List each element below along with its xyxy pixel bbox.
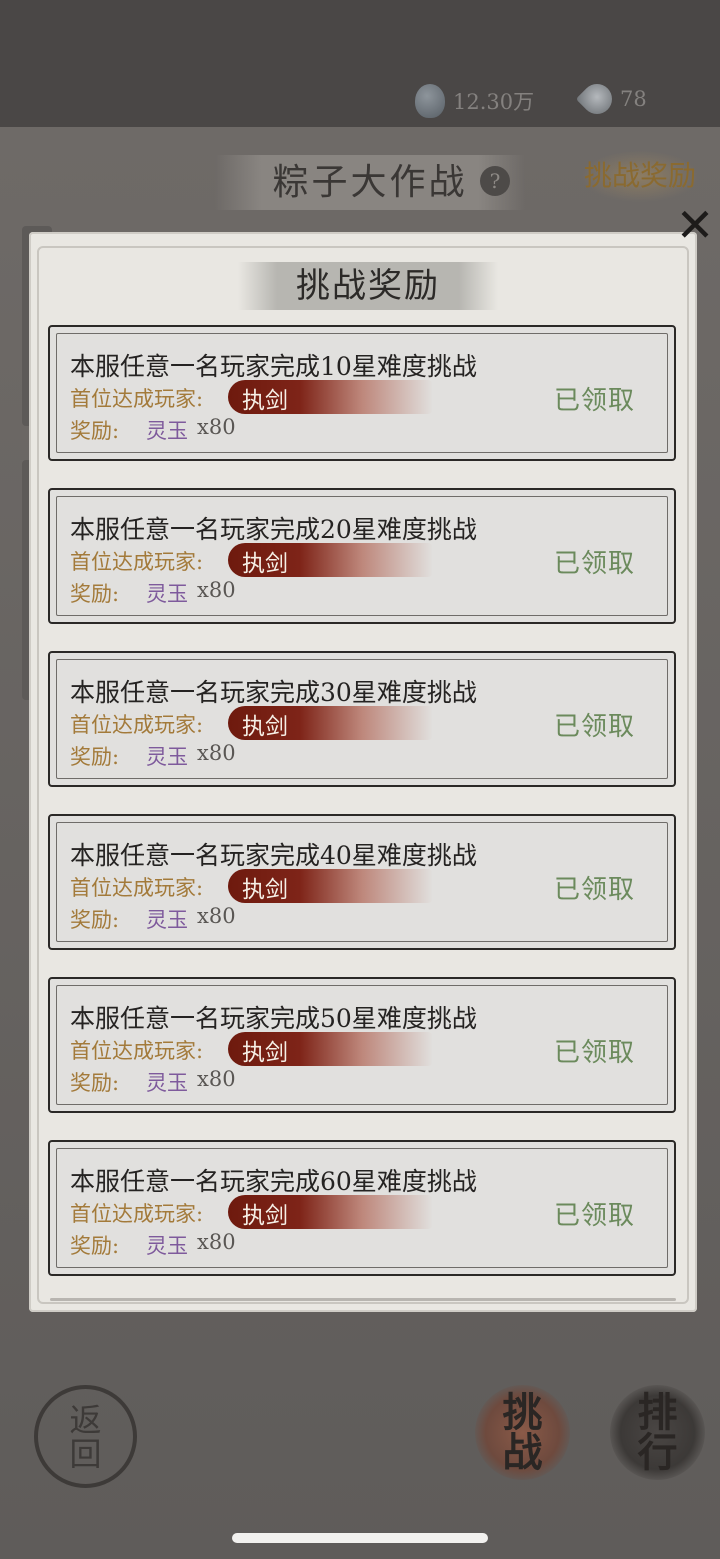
help-icon[interactable]: ? [480, 166, 510, 196]
first-player-label: 首位达成玩家: [70, 713, 204, 737]
reward-card: 本服任意一名玩家完成30星难度挑战 首位达成玩家: 执剑 奖励: 灵玉 x80 … [48, 651, 676, 787]
first-player-name: 执剑 [242, 1203, 288, 1229]
task-description: 本服任意一名玩家完成60星难度挑战 [70, 1167, 477, 1196]
reward-card: 本服任意一名玩家完成20星难度挑战 首位达成玩家: 执剑 奖励: 灵玉 x80 … [48, 488, 676, 624]
home-indicator[interactable] [232, 1533, 488, 1543]
first-player-name: 执剑 [242, 1040, 288, 1066]
challenge-button-label-bottom: 战 [502, 1428, 543, 1476]
claimed-status: 已领取 [554, 875, 636, 905]
reward-quantity: x80 [197, 415, 236, 439]
challenge-reward-button[interactable]: 挑战奖励 [580, 150, 700, 202]
claimed-status: 已领取 [554, 712, 636, 742]
reward-quantity: x80 [197, 1230, 236, 1254]
spirit-stone-icon [415, 84, 445, 118]
claimed-status: 已领取 [554, 1038, 636, 1068]
reward-label: 奖励: [70, 1234, 120, 1258]
first-player-label: 首位达成玩家: [70, 876, 204, 900]
reward-item-name: 灵玉 [146, 419, 188, 443]
reward-quantity: x80 [197, 1067, 236, 1091]
claimed-status: 已领取 [554, 549, 636, 579]
task-description: 本服任意一名玩家完成30星难度挑战 [70, 678, 477, 707]
task-description: 本服任意一名玩家完成50星难度挑战 [70, 1004, 477, 1033]
reward-item-name: 灵玉 [146, 1071, 188, 1095]
first-player-label: 首位达成玩家: [70, 387, 204, 411]
reward-label: 奖励: [70, 1071, 120, 1095]
first-player-name: 执剑 [242, 877, 288, 903]
challenge-button[interactable]: 挑 战 [475, 1385, 570, 1480]
reward-label: 奖励: [70, 582, 120, 606]
reward-quantity: x80 [197, 904, 236, 928]
currency-drop-value: 78 [620, 87, 647, 111]
reward-card: 本服任意一名玩家完成10星难度挑战 首位达成玩家: 执剑 奖励: 灵玉 x80 … [48, 325, 676, 461]
top-status-bar: 12.30万 78 [0, 0, 720, 127]
currency-spirit-stone: 12.30万 [415, 84, 534, 118]
first-player-name: 执剑 [242, 388, 288, 414]
first-player-label: 首位达成玩家: [70, 1202, 204, 1226]
reward-quantity: x80 [197, 578, 236, 602]
reward-item-name: 灵玉 [146, 1234, 188, 1258]
drop-icon [575, 77, 619, 121]
reward-card: 本服任意一名玩家完成50星难度挑战 首位达成玩家: 执剑 奖励: 灵玉 x80 … [48, 977, 676, 1113]
list-scroll-edge [50, 1298, 676, 1301]
reward-label: 奖励: [70, 908, 120, 932]
modal-title: 挑战奖励 [238, 262, 498, 310]
claimed-status: 已领取 [554, 386, 636, 416]
back-button[interactable]: 返 回 [34, 1385, 137, 1488]
claimed-status: 已领取 [554, 1201, 636, 1231]
back-button-label-bottom: 回 [69, 1434, 102, 1473]
task-description: 本服任意一名玩家完成10星难度挑战 [70, 352, 477, 381]
close-icon[interactable]: ✕ [670, 200, 720, 250]
reward-quantity: x80 [197, 741, 236, 765]
reward-card: 本服任意一名玩家完成40星难度挑战 首位达成玩家: 执剑 奖励: 灵玉 x80 … [48, 814, 676, 950]
ranking-button-label-bottom: 行 [637, 1428, 678, 1476]
ranking-button-label-top: 排 [637, 1388, 678, 1436]
reward-item-name: 灵玉 [146, 582, 188, 606]
currency-spirit-stone-value: 12.30万 [453, 90, 535, 114]
reward-label: 奖励: [70, 745, 120, 769]
reward-label: 奖励: [70, 419, 120, 443]
first-player-name: 执剑 [242, 714, 288, 740]
reward-list[interactable]: 本服任意一名玩家完成10星难度挑战 首位达成玩家: 执剑 奖励: 灵玉 x80 … [48, 325, 676, 1303]
ranking-button[interactable]: 排 行 [610, 1385, 705, 1480]
task-description: 本服任意一名玩家完成20星难度挑战 [70, 515, 477, 544]
reward-card: 本服任意一名玩家完成60星难度挑战 首位达成玩家: 执剑 奖励: 灵玉 x80 … [48, 1140, 676, 1276]
reward-item-name: 灵玉 [146, 745, 188, 769]
currency-drop: 78 [575, 77, 647, 121]
back-button-label-top: 返 [69, 1400, 102, 1439]
first-player-name: 执剑 [242, 551, 288, 577]
first-player-label: 首位达成玩家: [70, 1039, 204, 1063]
reward-item-name: 灵玉 [146, 908, 188, 932]
first-player-label: 首位达成玩家: [70, 550, 204, 574]
task-description: 本服任意一名玩家完成40星难度挑战 [70, 841, 477, 870]
event-title: 粽子大作战 [215, 155, 525, 210]
challenge-button-label-top: 挑 [502, 1388, 543, 1436]
